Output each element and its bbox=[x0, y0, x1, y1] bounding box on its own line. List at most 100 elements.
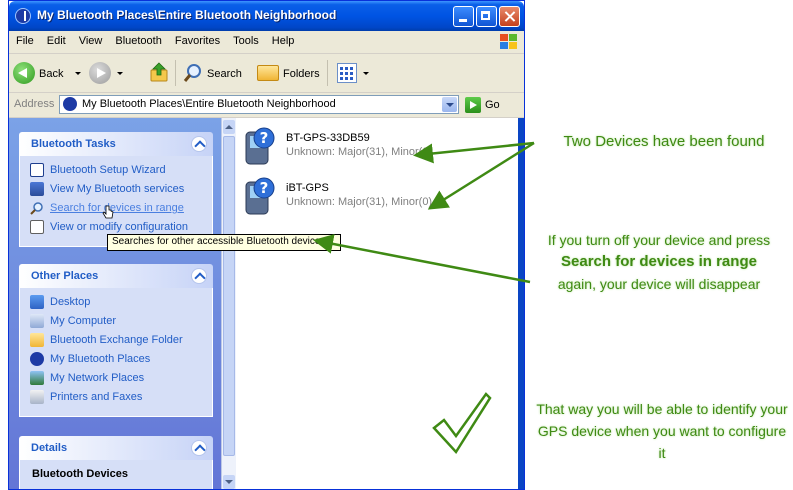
other-places-body: Desktop My Computer Bluetooth Exchange F… bbox=[19, 288, 213, 417]
back-dropdown-icon[interactable] bbox=[75, 72, 81, 75]
annotation-turn-off: If you turn off your device and press Se… bbox=[530, 229, 788, 295]
computer-icon bbox=[30, 314, 44, 328]
menu-bar: File Edit View Bluetooth Favorites Tools Help bbox=[9, 31, 524, 54]
back-arrow-icon[interactable] bbox=[13, 62, 35, 84]
task-label: View or modify configuration bbox=[50, 221, 188, 233]
annotation-line: again, your device will disappear bbox=[557, 276, 761, 292]
check-mark-icon bbox=[432, 392, 492, 455]
svg-text:?: ? bbox=[260, 179, 269, 197]
desktop-icon bbox=[30, 295, 44, 309]
unknown-device-icon: ? bbox=[245, 127, 275, 165]
scroll-up-icon[interactable] bbox=[223, 120, 235, 134]
panel-title: Other Places bbox=[31, 270, 99, 282]
views-icon[interactable] bbox=[337, 63, 357, 83]
maximize-button[interactable] bbox=[476, 6, 497, 27]
printer-icon bbox=[30, 390, 44, 404]
close-button[interactable] bbox=[499, 6, 520, 27]
annotation-found: Two Devices have been found bbox=[563, 133, 765, 150]
wizard-icon bbox=[30, 163, 44, 177]
place-desktop[interactable]: Desktop bbox=[20, 294, 212, 313]
panel-title: Details bbox=[31, 442, 68, 454]
details-body: Bluetooth Devices bbox=[19, 460, 213, 489]
services-icon bbox=[30, 182, 44, 196]
annotation-line: Search for devices in range bbox=[561, 253, 757, 270]
menu-help[interactable]: Help bbox=[265, 31, 301, 47]
annotation-line: If you turn off your device and press bbox=[547, 232, 771, 248]
folders-icon[interactable] bbox=[257, 65, 279, 81]
back-button[interactable]: Back bbox=[39, 68, 63, 80]
place-printers-and-faxes[interactable]: Printers and Faxes bbox=[20, 389, 212, 408]
place-my-network-places[interactable]: My Network Places bbox=[20, 370, 212, 389]
up-folder-icon[interactable] bbox=[149, 61, 169, 83]
task-bluetooth-setup-wizard[interactable]: Bluetooth Setup Wizard bbox=[20, 162, 212, 181]
device-name: iBT-GPS bbox=[286, 182, 329, 194]
bluetooth-tasks-panel: Bluetooth Tasks Bluetooth Setup Wizard V… bbox=[19, 132, 213, 247]
toolbar-separator bbox=[327, 60, 328, 86]
details-panel: Details Bluetooth Devices bbox=[19, 436, 213, 489]
device-type: Unknown: Major(31), Minor(0) bbox=[286, 196, 433, 208]
search-icon[interactable] bbox=[183, 63, 203, 83]
hand-cursor-icon bbox=[102, 205, 114, 219]
address-label: Address bbox=[14, 98, 55, 110]
collapse-icon[interactable] bbox=[191, 136, 207, 152]
search-tooltip: Searches for other accessible Bluetooth … bbox=[107, 234, 341, 251]
task-view-bluetooth-services[interactable]: View My Bluetooth services bbox=[20, 181, 212, 200]
place-my-computer[interactable]: My Computer bbox=[20, 313, 212, 332]
menu-edit[interactable]: Edit bbox=[40, 31, 72, 47]
place-my-bluetooth-places[interactable]: My Bluetooth Places bbox=[20, 351, 212, 370]
task-search-devices[interactable]: Search for devices in range bbox=[20, 200, 212, 219]
svg-text:?: ? bbox=[260, 129, 269, 147]
address-bar: Address My Bluetooth Places\Entire Bluet… bbox=[9, 93, 524, 118]
window-border bbox=[518, 118, 524, 489]
folder-icon bbox=[30, 333, 44, 347]
title-bar[interactable]: My Bluetooth Places\Entire Bluetooth Nei… bbox=[9, 1, 524, 31]
task-label: View My Bluetooth services bbox=[50, 183, 185, 195]
search-button[interactable]: Search bbox=[207, 68, 242, 80]
menu-favorites[interactable]: Favorites bbox=[168, 31, 226, 47]
bluetooth-icon bbox=[30, 352, 44, 366]
place-label: My Computer bbox=[50, 315, 117, 327]
task-pane: Bluetooth Tasks Bluetooth Setup Wizard V… bbox=[9, 118, 221, 489]
scroll-thumb[interactable] bbox=[223, 136, 235, 456]
menu-tools[interactable]: Tools bbox=[226, 31, 265, 47]
details-header[interactable]: Details bbox=[19, 436, 213, 460]
toolbar-separator bbox=[175, 60, 176, 86]
search-icon bbox=[30, 202, 43, 215]
collapse-icon[interactable] bbox=[191, 440, 207, 456]
menu-view[interactable]: View bbox=[72, 31, 109, 47]
address-value: My Bluetooth Places\Entire Bluetooth Nei… bbox=[82, 98, 336, 110]
device-name: BT-GPS-33DB59 bbox=[286, 132, 370, 144]
windows-logo-icon bbox=[500, 34, 518, 50]
other-places-header[interactable]: Other Places bbox=[19, 264, 213, 288]
address-input[interactable]: My Bluetooth Places\Entire Bluetooth Nei… bbox=[59, 95, 459, 114]
unknown-device-icon: ? bbox=[245, 177, 275, 215]
folders-button[interactable]: Folders bbox=[283, 68, 320, 80]
bluetooth-tasks-header[interactable]: Bluetooth Tasks bbox=[19, 132, 213, 156]
bluetooth-icon bbox=[63, 97, 77, 111]
place-label: My Network Places bbox=[50, 372, 145, 384]
annotation-identify: That way you will be able to identify yo… bbox=[536, 401, 788, 461]
place-label: My Bluetooth Places bbox=[50, 353, 151, 365]
minimize-button[interactable] bbox=[453, 6, 474, 27]
window-title: My Bluetooth Places\Entire Bluetooth Nei… bbox=[37, 8, 337, 22]
configuration-icon bbox=[30, 220, 44, 234]
views-dropdown-icon[interactable] bbox=[363, 72, 369, 75]
collapse-icon[interactable] bbox=[191, 268, 207, 284]
place-label: Bluetooth Exchange Folder bbox=[50, 334, 183, 346]
other-places-panel: Other Places Desktop My Computer Bluetoo… bbox=[19, 264, 213, 417]
scroll-down-icon[interactable] bbox=[223, 475, 235, 489]
menu-file[interactable]: File bbox=[9, 31, 40, 47]
task-pane-scrollbar[interactable] bbox=[221, 118, 236, 489]
device-item[interactable]: ? BT-GPS-33DB59 Unknown: Major(31), Mino… bbox=[242, 126, 502, 170]
bluetooth-icon bbox=[15, 8, 31, 24]
address-dropdown-icon[interactable] bbox=[442, 97, 457, 112]
go-button[interactable]: Go bbox=[485, 99, 500, 111]
go-arrow-icon[interactable] bbox=[465, 97, 481, 113]
task-label: Bluetooth Setup Wizard bbox=[50, 164, 166, 176]
place-bluetooth-exchange-folder[interactable]: Bluetooth Exchange Folder bbox=[20, 332, 212, 351]
forward-dropdown-icon[interactable] bbox=[117, 72, 123, 75]
forward-button[interactable] bbox=[89, 62, 111, 84]
details-value: Bluetooth Devices bbox=[32, 468, 128, 480]
device-item[interactable]: ? iBT-GPS Unknown: Major(31), Minor(0) bbox=[242, 176, 502, 220]
menu-bluetooth[interactable]: Bluetooth bbox=[108, 31, 167, 47]
